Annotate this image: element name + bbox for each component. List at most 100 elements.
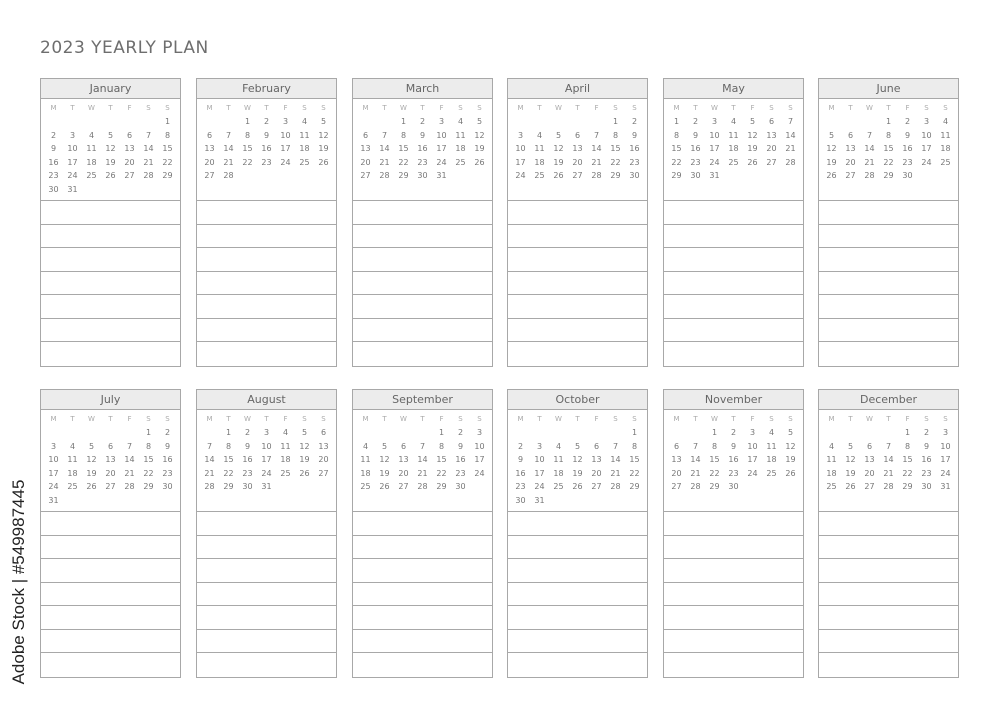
note-line[interactable] <box>353 606 492 630</box>
note-line[interactable] <box>197 272 336 295</box>
note-line[interactable] <box>508 606 647 630</box>
note-line[interactable] <box>41 319 180 342</box>
day-cell: 11 <box>360 455 371 464</box>
day-cell: 25 <box>280 468 291 478</box>
note-line[interactable] <box>41 201 180 225</box>
note-line[interactable] <box>197 606 336 630</box>
note-line[interactable] <box>41 536 180 559</box>
note-line[interactable] <box>41 583 180 606</box>
note-line[interactable] <box>353 248 492 272</box>
note-line[interactable] <box>819 630 958 653</box>
note-line[interactable] <box>819 606 958 630</box>
note-line[interactable] <box>41 342 180 366</box>
note-line[interactable] <box>819 272 958 295</box>
note-line[interactable] <box>508 342 647 366</box>
note-line[interactable] <box>353 653 492 677</box>
note-line[interactable] <box>664 248 803 272</box>
note-line[interactable] <box>197 225 336 248</box>
note-line[interactable] <box>664 653 803 677</box>
day-cell: 31 <box>940 482 951 491</box>
weekday-label: M <box>206 104 213 112</box>
note-line[interactable] <box>664 606 803 630</box>
note-line[interactable] <box>41 559 180 583</box>
note-line[interactable] <box>41 653 180 677</box>
note-line[interactable] <box>664 536 803 559</box>
note-line[interactable] <box>508 201 647 225</box>
note-line[interactable] <box>664 512 803 536</box>
note-line[interactable] <box>353 295 492 319</box>
note-line[interactable] <box>819 536 958 559</box>
note-line[interactable] <box>508 319 647 342</box>
day-cell: 10 <box>534 455 545 464</box>
day-cell: 21 <box>379 157 390 167</box>
note-line[interactable] <box>197 536 336 559</box>
note-line[interactable] <box>197 653 336 677</box>
note-line[interactable] <box>819 559 958 583</box>
note-line[interactable] <box>508 225 647 248</box>
note-line[interactable] <box>819 225 958 248</box>
note-line[interactable] <box>197 319 336 342</box>
note-line[interactable] <box>664 319 803 342</box>
note-line[interactable] <box>819 201 958 225</box>
note-line[interactable] <box>819 248 958 272</box>
note-line[interactable] <box>508 583 647 606</box>
note-line[interactable] <box>353 342 492 366</box>
note-line[interactable] <box>197 512 336 536</box>
note-line[interactable] <box>197 295 336 319</box>
day-cell: 23 <box>48 171 59 180</box>
note-line[interactable] <box>197 342 336 366</box>
note-line[interactable] <box>664 583 803 606</box>
note-line[interactable] <box>41 512 180 536</box>
empty-cell <box>530 115 549 129</box>
note-line[interactable] <box>353 559 492 583</box>
note-line[interactable] <box>819 583 958 606</box>
day-cell: 26 <box>474 157 485 167</box>
note-line[interactable] <box>353 201 492 225</box>
note-line[interactable] <box>41 248 180 272</box>
note-line[interactable] <box>197 559 336 583</box>
note-line[interactable] <box>353 630 492 653</box>
day-cell: 25 <box>86 171 97 180</box>
note-line[interactable] <box>664 225 803 248</box>
note-line[interactable] <box>508 248 647 272</box>
day-cell: 9 <box>164 441 171 451</box>
note-line[interactable] <box>353 583 492 606</box>
note-line[interactable] <box>41 630 180 653</box>
note-line[interactable] <box>353 272 492 295</box>
note-line[interactable] <box>353 319 492 342</box>
note-line[interactable] <box>353 225 492 248</box>
note-line[interactable] <box>508 272 647 295</box>
weekday-label: F <box>750 415 755 423</box>
note-line[interactable] <box>819 653 958 677</box>
note-line[interactable] <box>508 512 647 536</box>
note-line[interactable] <box>197 248 336 272</box>
note-line[interactable] <box>508 295 647 319</box>
empty-cell <box>667 426 686 440</box>
note-line[interactable] <box>197 201 336 225</box>
note-line[interactable] <box>41 272 180 295</box>
note-line[interactable] <box>819 319 958 342</box>
note-line[interactable] <box>508 653 647 677</box>
note-line[interactable] <box>819 342 958 366</box>
note-line[interactable] <box>41 606 180 630</box>
note-line[interactable] <box>41 225 180 248</box>
note-line[interactable] <box>819 295 958 319</box>
note-line[interactable] <box>41 295 180 319</box>
note-line[interactable] <box>664 201 803 225</box>
note-line[interactable] <box>197 630 336 653</box>
note-line[interactable] <box>664 272 803 295</box>
note-line[interactable] <box>664 295 803 319</box>
note-line[interactable] <box>664 559 803 583</box>
note-line[interactable] <box>353 536 492 559</box>
note-line[interactable] <box>508 536 647 559</box>
day-cell: 31 <box>48 495 59 505</box>
note-line[interactable] <box>508 559 647 583</box>
note-line[interactable] <box>819 512 958 536</box>
note-line[interactable] <box>664 630 803 653</box>
note-line[interactable] <box>197 583 336 606</box>
day-cell: 7 <box>866 130 873 140</box>
weekday-label: T <box>420 415 425 423</box>
note-line[interactable] <box>353 512 492 536</box>
note-line[interactable] <box>508 630 647 653</box>
note-line[interactable] <box>664 342 803 366</box>
